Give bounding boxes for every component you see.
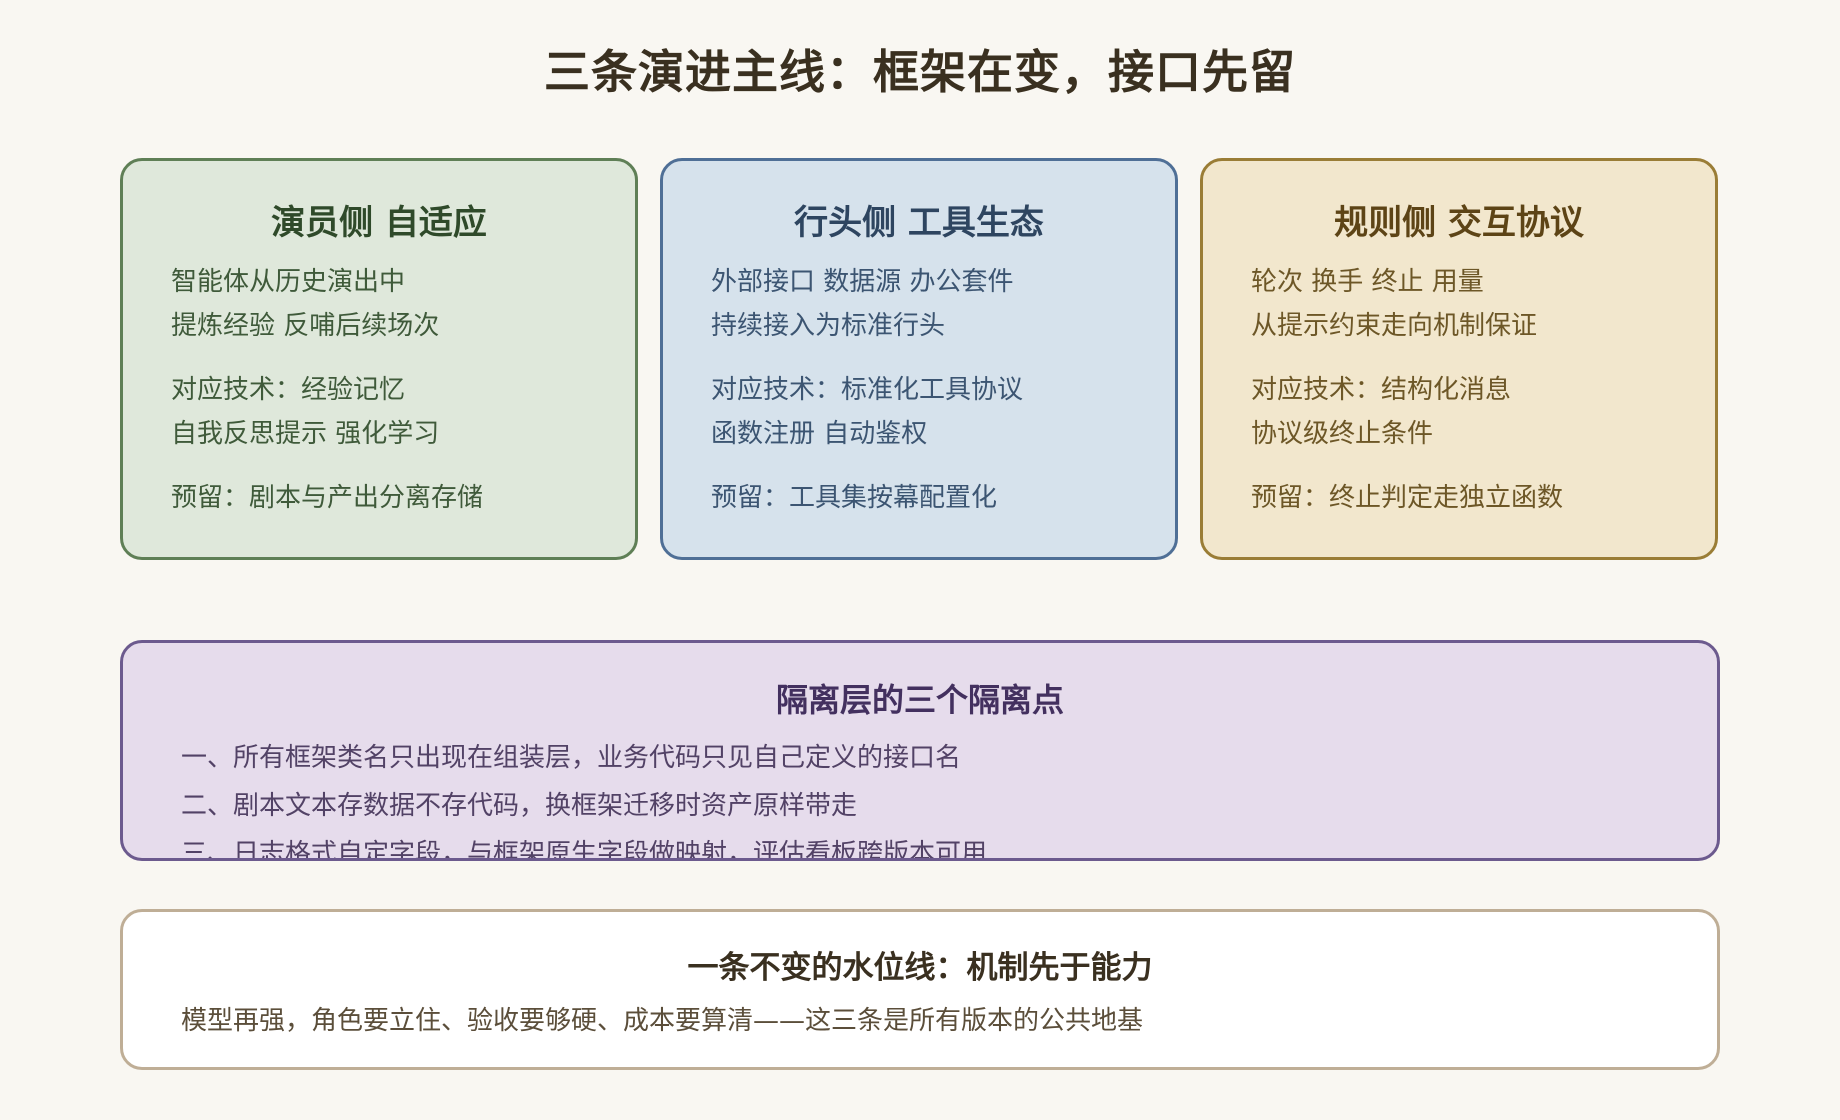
card-line: 持续接入为标准行头	[711, 311, 946, 341]
card-line: 从提示约束走向机制保证	[1251, 311, 1538, 341]
waterline-text: 模型再强，角色要立住、验收要够硬、成本要算清——这三条是所有版本的公共地基	[181, 1006, 1144, 1036]
card-line: 轮次 换手 终止 用量	[1251, 267, 1484, 297]
card-line: 预留：剧本与产出分离存储	[171, 483, 484, 513]
card-line: 提炼经验 反哺后续场次	[171, 311, 440, 341]
isolation-points-box: 隔离层的三个隔离点 一、所有框架类名只出现在组装层，业务代码只见自己定义的接口名…	[120, 640, 1720, 861]
card-line: 对应技术：标准化工具协议	[711, 375, 1024, 405]
isolation-item: 三、日志格式自定字段，与框架原生字段做映射，评估看板跨版本可用	[181, 839, 988, 861]
card-line: 智能体从历史演出中	[171, 267, 406, 297]
waterline-box: 一条不变的水位线：机制先于能力 模型再强，角色要立住、验收要够硬、成本要算清——…	[120, 909, 1720, 1070]
waterline-title: 一条不变的水位线：机制先于能力	[687, 950, 1153, 986]
card-line: 预留：工具集按幕配置化	[711, 483, 998, 513]
card-rule-protocol: 规则侧 交互协议 轮次 换手 终止 用量 从提示约束走向机制保证 对应技术：结构…	[1200, 158, 1718, 560]
card-line: 预留：终止判定走独立函数	[1251, 483, 1564, 513]
card-actor-adaptation: 演员侧 自适应 智能体从历史演出中 提炼经验 反哺后续场次 对应技术：经验记忆 …	[120, 158, 638, 560]
isolation-item: 一、所有框架类名只出现在组装层，业务代码只见自己定义的接口名	[181, 743, 962, 773]
card-line: 函数注册 自动鉴权	[711, 419, 928, 449]
isolation-title: 隔离层的三个隔离点	[775, 681, 1064, 719]
page-title: 三条演进主线：框架在变，接口先留	[544, 45, 1296, 99]
card-line: 自我反思提示 强化学习	[171, 419, 440, 449]
card-line: 对应技术：经验记忆	[171, 375, 406, 405]
isolation-item: 二、剧本文本存数据不存代码，换框架迁移时资产原样带走	[181, 791, 858, 821]
card-title: 规则侧 交互协议	[1334, 203, 1584, 243]
card-tool-ecosystem: 行头侧 工具生态 外部接口 数据源 办公套件 持续接入为标准行头 对应技术：标准…	[660, 158, 1178, 560]
card-line: 对应技术：结构化消息	[1251, 375, 1512, 405]
card-line: 外部接口 数据源 办公套件	[711, 267, 1014, 297]
card-title: 行头侧 工具生态	[794, 203, 1044, 243]
card-line: 协议级终止条件	[1251, 419, 1434, 449]
card-title: 演员侧 自适应	[271, 203, 487, 243]
